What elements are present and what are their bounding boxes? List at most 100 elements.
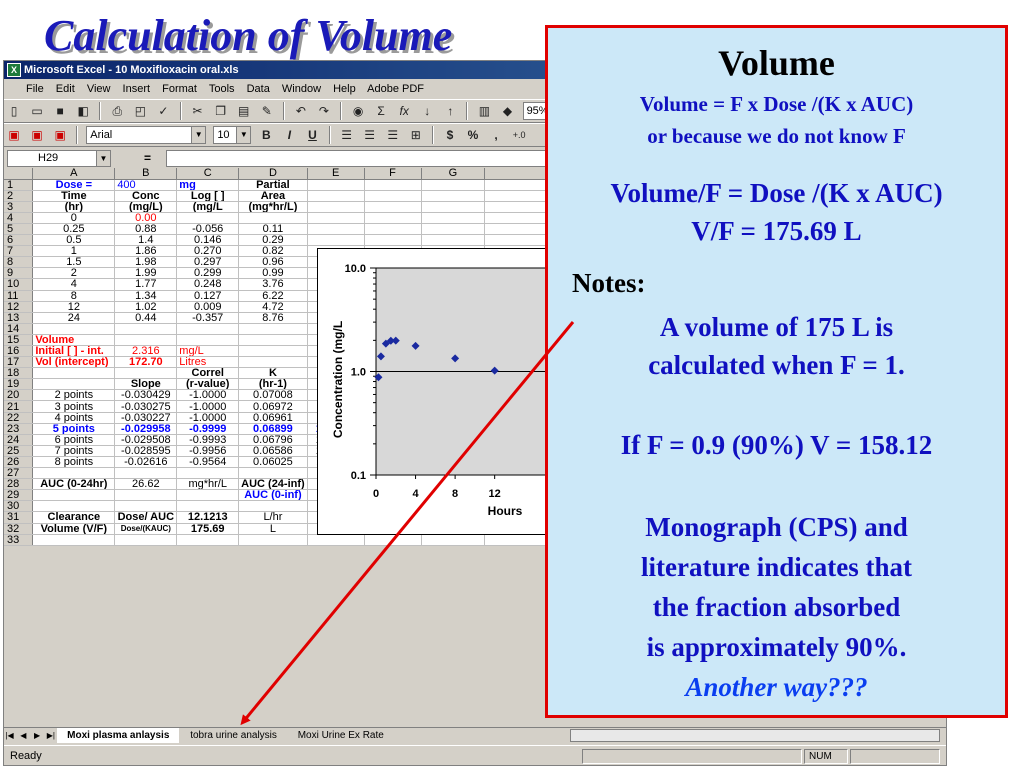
save-icon[interactable]: ■	[51, 102, 69, 120]
cell-b23[interactable]: -0.029958	[114, 423, 178, 435]
row-header[interactable]: 9	[4, 267, 34, 280]
cell-c28[interactable]: mg*hr/L	[176, 478, 240, 491]
cell-a1[interactable]: Dose =	[32, 179, 116, 191]
cell-c6[interactable]: 0.146	[176, 234, 240, 247]
cell-a33[interactable]	[32, 534, 116, 546]
chevron-down-icon[interactable]: ▼	[96, 151, 110, 166]
cell-d15[interactable]	[238, 334, 308, 347]
pdf-convert-icon[interactable]: ▣	[5, 126, 23, 144]
cell-b18[interactable]	[114, 367, 178, 380]
cell-b30[interactable]	[114, 500, 178, 513]
cell-c24[interactable]: -0.9993	[176, 434, 240, 446]
cell-a17[interactable]: Vol (intercept)	[32, 356, 116, 369]
cell-a26[interactable]: 8 points	[32, 456, 116, 469]
row-header[interactable]: 17	[4, 356, 34, 369]
cell-c23[interactable]: -0.9999	[176, 423, 240, 435]
cell-b21[interactable]: -0.030275	[114, 400, 178, 413]
cell-f1[interactable]	[364, 179, 422, 191]
cell-b10[interactable]: 1.77	[114, 278, 178, 291]
cell-b11[interactable]: 1.34	[114, 290, 178, 302]
cell-f3[interactable]	[364, 201, 422, 213]
cell-d3[interactable]: (mg*hr/L)	[238, 201, 308, 213]
cell-d19[interactable]: (hr-1)	[238, 378, 308, 391]
cell-d17[interactable]	[238, 356, 308, 369]
cell-g5[interactable]	[421, 223, 486, 236]
cell-b19[interactable]: Slope	[114, 378, 178, 391]
cell-d32[interactable]: L	[238, 523, 308, 535]
row-header[interactable]: 2	[4, 190, 34, 202]
cell-g6[interactable]	[421, 234, 486, 247]
cell-b16[interactable]: 2.316	[114, 345, 178, 358]
menu-help[interactable]: Help	[333, 83, 356, 95]
cell-e3[interactable]	[307, 201, 365, 213]
cell-b12[interactable]: 1.02	[114, 301, 178, 313]
row-header[interactable]: 31	[4, 511, 34, 524]
italic-button[interactable]: I	[280, 126, 298, 144]
cell-f5[interactable]	[364, 223, 422, 236]
cell-c31[interactable]: 12.1213	[176, 511, 240, 524]
cell-a14[interactable]	[32, 323, 116, 335]
cell-c3[interactable]: (mg/L	[176, 201, 240, 213]
cell-b13[interactable]: 0.44	[114, 312, 178, 324]
menu-format[interactable]: Format	[162, 83, 197, 95]
row-header[interactable]: 4	[4, 212, 34, 224]
row-header[interactable]: 21	[4, 400, 34, 413]
cell-c27[interactable]	[176, 467, 240, 480]
row-header[interactable]: 32	[4, 523, 34, 535]
cell-e2[interactable]	[307, 190, 365, 202]
underline-button[interactable]: U	[304, 126, 322, 144]
cell-c17[interactable]: Litres	[176, 356, 240, 369]
pdf-review-icon[interactable]: ▣	[51, 126, 69, 144]
format-painter-icon[interactable]: ✎	[258, 102, 276, 120]
cell-a11[interactable]: 8	[32, 290, 116, 302]
cell-d8[interactable]: 0.96	[238, 256, 308, 269]
cell-f4[interactable]	[364, 212, 422, 224]
cell-d20[interactable]: 0.07008	[238, 389, 308, 402]
cell-c11[interactable]: 0.127	[176, 290, 240, 302]
cell-a18[interactable]	[32, 367, 116, 380]
cell-b4[interactable]: 0.00	[114, 212, 178, 224]
cell-f6[interactable]	[364, 234, 422, 247]
cell-d16[interactable]	[238, 345, 308, 358]
row-header[interactable]: 30	[4, 500, 34, 513]
cell-c30[interactable]	[176, 500, 240, 513]
chevron-down-icon[interactable]: ▼	[236, 127, 251, 143]
cell-c14[interactable]	[176, 323, 240, 335]
row-header[interactable]: 14	[4, 323, 34, 335]
cell-c33[interactable]	[176, 534, 240, 546]
cell-f2[interactable]	[364, 190, 422, 202]
new-icon[interactable]: ▯	[5, 102, 23, 120]
row-header[interactable]: 13	[4, 312, 34, 324]
cell-b32[interactable]: Dose/(KAUC)	[114, 523, 178, 535]
last-sheet-icon[interactable]: ▶|	[45, 728, 56, 743]
cell-b5[interactable]: 0.88	[114, 223, 178, 236]
cell-d23[interactable]: 0.06899	[238, 423, 308, 435]
cell-d18[interactable]: K	[238, 367, 308, 380]
row-header[interactable]: 5	[4, 223, 34, 236]
cell-d10[interactable]: 3.76	[238, 278, 308, 291]
function-icon[interactable]: fx	[395, 102, 413, 120]
cell-g3[interactable]	[421, 201, 486, 213]
percent-button[interactable]: %	[464, 126, 482, 144]
column-header[interactable]: A	[32, 168, 116, 180]
cell-b1[interactable]: 400	[114, 179, 178, 191]
cell-a20[interactable]: 2 points	[32, 389, 116, 402]
cell-b31[interactable]: Dose/ AUC	[114, 511, 178, 524]
concentration-chart[interactable]: 10.0 1.0 0.1 0 4 8 12 Hours Concentration (mg/L	[317, 248, 557, 535]
print-preview-icon[interactable]: ◰	[131, 102, 149, 120]
cell-d25[interactable]: 0.06586	[238, 445, 308, 457]
cell-a30[interactable]	[32, 500, 116, 513]
cell-a28[interactable]: AUC (0-24hr)	[32, 478, 116, 491]
cell-a2[interactable]: Time	[32, 190, 116, 202]
cell-a8[interactable]: 1.5	[32, 256, 116, 269]
cell-a31[interactable]: Clearance	[32, 511, 116, 524]
cell-b28[interactable]: 26.62	[114, 478, 178, 491]
cell-b17[interactable]: 172.70	[114, 356, 178, 369]
row-header[interactable]: 24	[4, 434, 34, 446]
row-header[interactable]: 11	[4, 290, 34, 302]
cell-c32[interactable]: 175.69	[176, 523, 240, 535]
cell-c16[interactable]: mg/L	[176, 345, 240, 358]
cell-d22[interactable]: 0.06961	[238, 412, 308, 424]
cell-a12[interactable]: 12	[32, 301, 116, 313]
cell-c21[interactable]: -1.0000	[176, 400, 240, 413]
